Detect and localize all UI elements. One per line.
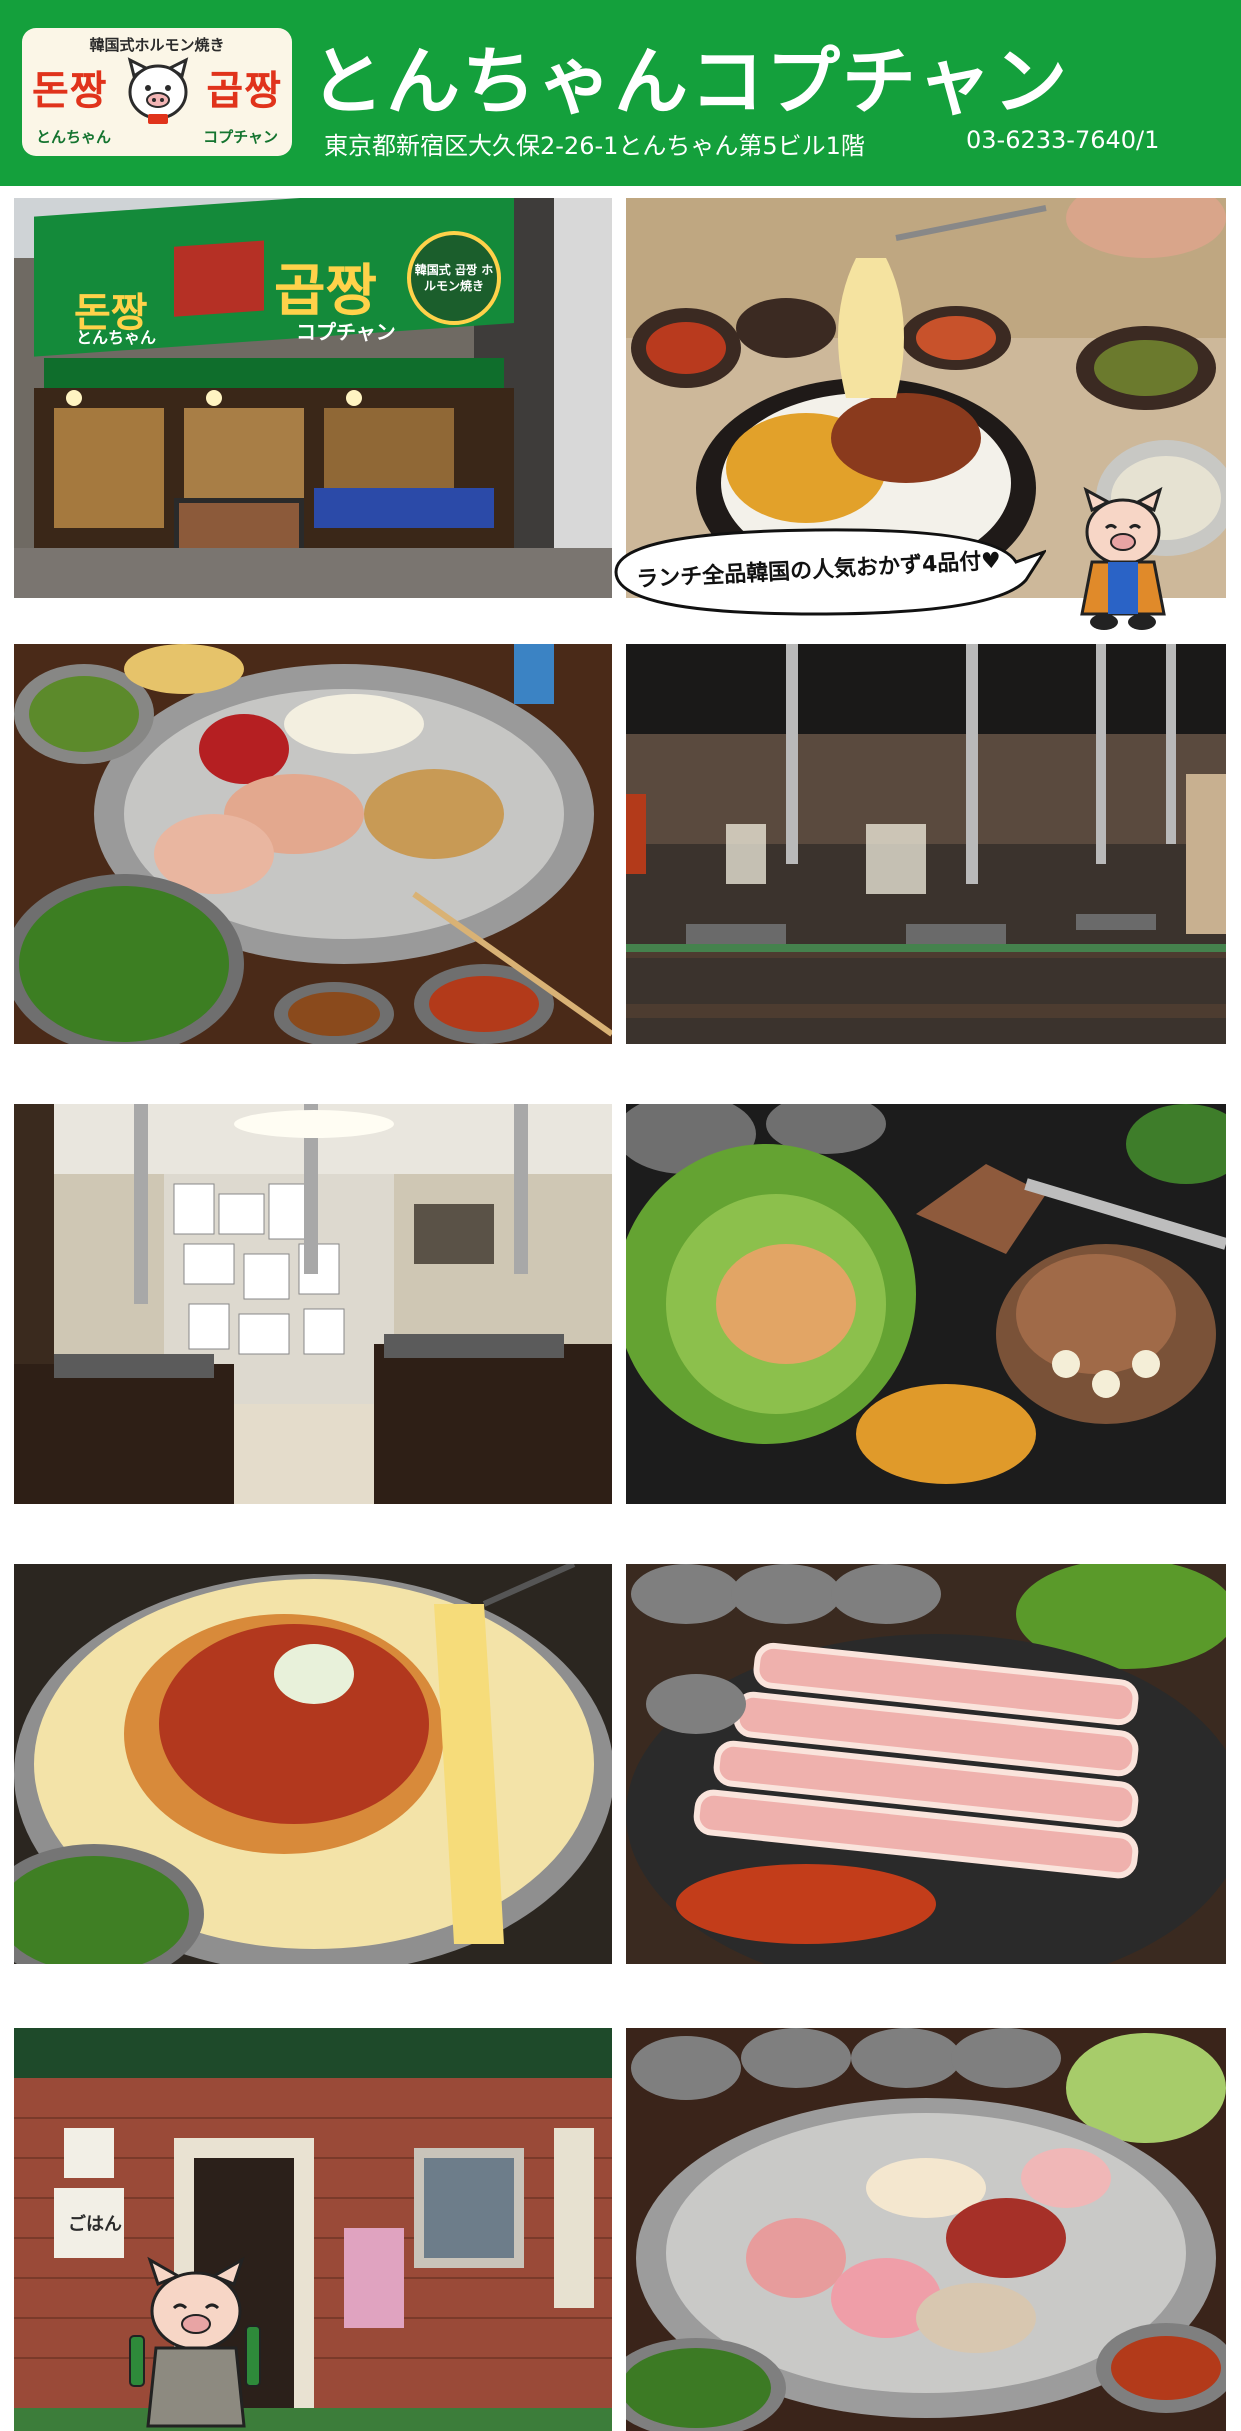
pork-lettuce-wrap-photo bbox=[626, 1104, 1226, 1504]
private-room-photo bbox=[14, 1104, 612, 1504]
page-title: とんちゃんコプチャン bbox=[310, 39, 1070, 125]
logo-tagline: 韓国式ホルモン焼き bbox=[89, 36, 225, 54]
storefront-photo: 돈짱 とんちゃん 곱짱 コプチャン 韓国式 곱짱 ホルモン焼き bbox=[14, 198, 612, 598]
cheese-hotpot-photo bbox=[14, 1564, 612, 1964]
dining-hall-photo bbox=[626, 644, 1226, 1044]
pork-belly-grill-photo bbox=[626, 1564, 1226, 1964]
storefront-sign-left-sub: とんちゃん bbox=[76, 328, 157, 347]
pig-mascot-icon bbox=[127, 57, 189, 124]
header-banner: 韓国式ホルモン焼き 돈짱 곱짱 とんちゃん コプチャン とんちゃんコプチャン 東… bbox=[0, 0, 1241, 186]
pig-mascot-hanbok-icon bbox=[1080, 486, 1166, 630]
logo[interactable]: 韓国式ホルモン焼き 돈짱 곱짱 とんちゃん コプチャン bbox=[22, 28, 292, 156]
mixed-bbq-platter-photo bbox=[626, 2028, 1226, 2431]
logo-kana-right: コプチャン bbox=[203, 128, 278, 146]
logo-kana-left: とんちゃん bbox=[36, 128, 112, 146]
storefront-sign-badge: 韓国式 곱짱 ホルモン焼き bbox=[414, 263, 494, 293]
storefront-sign-sub: コプチャン bbox=[296, 320, 396, 344]
alley-menu-label: ごはん bbox=[68, 2214, 122, 2235]
lunch-speech-bubble: ランチ全品韓国の人気おかず4品付♥ bbox=[596, 522, 1048, 622]
hormone-platter-photo bbox=[14, 644, 612, 1044]
phone-number[interactable]: 03-6233-7640/1 bbox=[966, 126, 1159, 154]
logo-korean-left: 돈짱 bbox=[32, 68, 108, 114]
logo-korean-right: 곱짱 bbox=[206, 68, 282, 114]
address-text: 東京都新宿区大久保2-26-1とんちゃん第5ビル1階 bbox=[324, 132, 865, 160]
retro-alley-entrance-photo: ごはん bbox=[14, 2028, 612, 2431]
pig-mascot-bottle-icon bbox=[129, 2256, 261, 2428]
storefront-sign-main: 곱짱 bbox=[274, 259, 378, 324]
